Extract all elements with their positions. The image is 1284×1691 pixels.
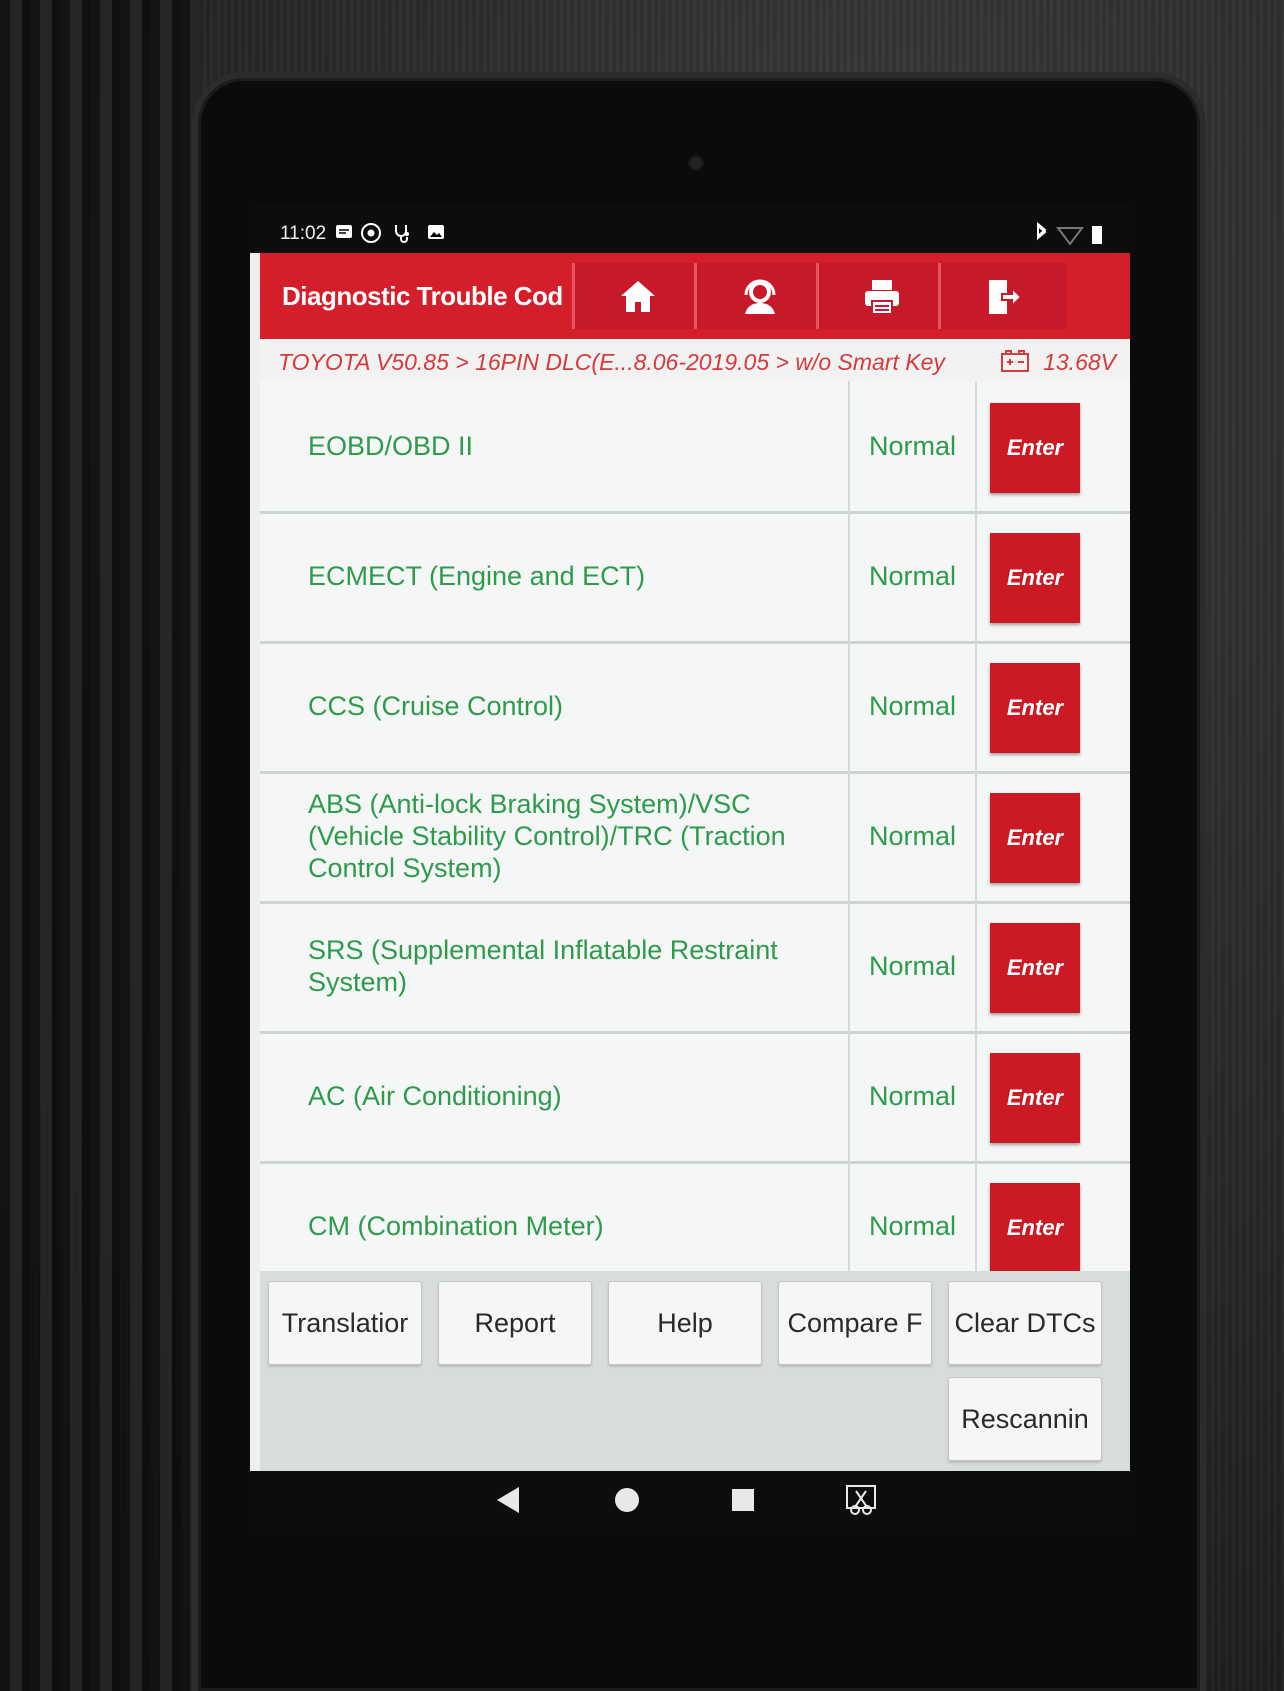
system-status: Normal xyxy=(850,641,977,771)
translation-button[interactable]: Translatior xyxy=(268,1281,422,1365)
support-button[interactable] xyxy=(694,263,823,329)
bluetooth-icon xyxy=(1037,221,1047,241)
system-nav-bar xyxy=(250,1471,1130,1530)
list-item: AC (Air Conditioning) Normal Enter xyxy=(260,1031,1130,1164)
tablet-screen: 11:02 Diagnostic Trouble Cod TOYOTA V50.… xyxy=(250,205,1130,1530)
home-nav-icon[interactable] xyxy=(612,1483,642,1522)
list-item: CM (Combination Meter) Normal Enter xyxy=(260,1161,1130,1271)
rescanning-button[interactable]: Rescannin xyxy=(948,1377,1102,1461)
system-status: Normal xyxy=(850,1031,977,1161)
enter-button[interactable]: Enter xyxy=(990,533,1080,623)
system-status: Normal xyxy=(850,1161,977,1271)
system-name: ECMECT (Engine and ECT) xyxy=(308,511,850,641)
system-name: EOBD/OBD II xyxy=(308,381,850,511)
page-title: Diagnostic Trouble Cod xyxy=(282,281,563,311)
list-item: CCS (Cruise Control) Normal Enter xyxy=(260,641,1130,774)
status-right-icons xyxy=(1030,221,1110,251)
enter-button[interactable]: Enter xyxy=(990,923,1080,1013)
breadcrumb: TOYOTA V50.85 > 16PIN DLC(E...8.06-2019.… xyxy=(278,349,945,375)
list-item: EOBD/OBD II Normal Enter xyxy=(260,381,1130,514)
exit-button[interactable] xyxy=(938,263,1067,329)
system-status: Normal xyxy=(850,511,977,641)
breadcrumb-bar: TOYOTA V50.85 > 16PIN DLC(E...8.06-2019.… xyxy=(260,339,1130,382)
settings-cog-icon xyxy=(360,222,381,243)
status-time: 11:02 xyxy=(280,223,327,244)
system-name: CM (Combination Meter) xyxy=(308,1161,850,1271)
message-icon xyxy=(334,222,354,242)
enter-button[interactable]: Enter xyxy=(990,1053,1080,1143)
enter-button[interactable]: Enter xyxy=(990,663,1080,753)
exit-icon xyxy=(989,280,1023,314)
image-icon xyxy=(426,222,446,242)
support-agent-icon xyxy=(744,279,776,314)
battery-status-icon xyxy=(1092,226,1102,244)
system-status: Normal xyxy=(850,381,977,511)
system-list: EOBD/OBD II Normal Enter ECMECT (Engine … xyxy=(260,381,1130,1271)
printer-icon xyxy=(865,280,899,315)
screenshot-icon[interactable] xyxy=(844,1483,878,1522)
bottom-toolbar: Translatior Report Help Compare F Clear … xyxy=(260,1271,1130,1471)
compare-button[interactable]: Compare F xyxy=(778,1281,932,1365)
system-name: ABS (Anti-lock Braking System)/VSC (Vehi… xyxy=(308,771,850,901)
enter-button[interactable]: Enter xyxy=(990,403,1080,493)
help-button[interactable]: Help xyxy=(608,1281,762,1365)
wifi-icon xyxy=(1056,227,1084,246)
home-icon xyxy=(621,281,655,312)
system-name: AC (Air Conditioning) xyxy=(308,1031,850,1161)
system-name: CCS (Cruise Control) xyxy=(308,641,850,771)
home-button[interactable] xyxy=(572,263,701,329)
enter-button[interactable]: Enter xyxy=(990,1183,1080,1271)
report-button[interactable]: Report xyxy=(438,1281,592,1365)
back-icon[interactable] xyxy=(493,1483,523,1522)
stethoscope-icon xyxy=(392,222,412,243)
system-status: Normal xyxy=(850,771,977,901)
print-button[interactable] xyxy=(816,263,945,329)
list-item: ABS (Anti-lock Braking System)/VSC (Vehi… xyxy=(260,771,1130,904)
app-header: Diagnostic Trouble Cod xyxy=(260,253,1130,339)
front-camera xyxy=(690,157,702,169)
recents-icon[interactable] xyxy=(728,1483,758,1522)
clear-dtcs-button[interactable]: Clear DTCs xyxy=(948,1281,1102,1365)
enter-button[interactable]: Enter xyxy=(990,793,1080,883)
status-bar: 11:02 xyxy=(250,205,1130,253)
battery-voltage: 13.68V xyxy=(1043,349,1116,375)
vehicle-battery-icon xyxy=(1000,349,1030,378)
system-status: Normal xyxy=(850,901,977,1031)
list-item: SRS (Supplemental Inflatable Restraint S… xyxy=(260,901,1130,1034)
device-case-ridges xyxy=(0,0,200,1691)
list-item: ECMECT (Engine and ECT) Normal Enter xyxy=(260,511,1130,644)
system-name: SRS (Supplemental Inflatable Restraint S… xyxy=(308,901,850,1031)
